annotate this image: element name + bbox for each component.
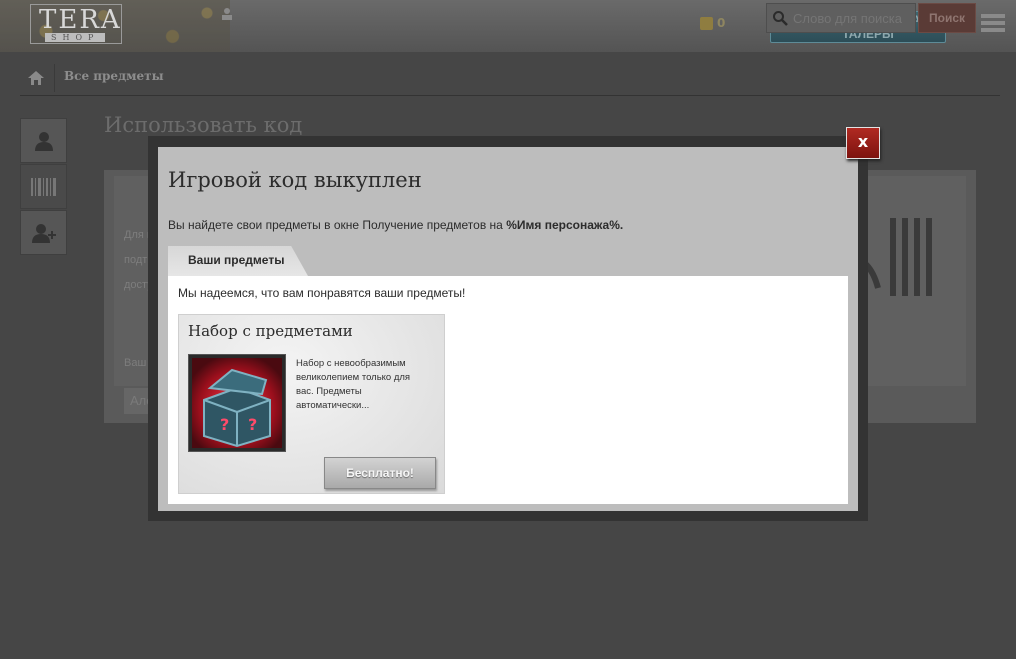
menu-icon[interactable] <box>981 14 1005 34</box>
close-button[interactable]: x <box>846 127 880 159</box>
svg-text:?: ? <box>248 415 257 434</box>
home-button[interactable] <box>20 62 52 94</box>
search-icon <box>773 11 788 26</box>
search-button[interactable]: Поиск <box>918 3 976 33</box>
nav-divider <box>54 64 55 92</box>
svg-text:?: ? <box>220 415 229 434</box>
logo-text: TERA <box>39 5 122 35</box>
items-message: Мы надеемся, что вам понравятся ваши пре… <box>178 286 466 300</box>
side-tabs <box>20 118 67 256</box>
logo-sub: SHOP <box>45 33 106 42</box>
character-name: %Имя персонажа%. <box>506 218 624 232</box>
treasure-chest-icon: ? ? <box>192 358 282 448</box>
page-title: Использовать код <box>104 113 303 137</box>
person-icon <box>34 131 53 151</box>
coins-balance: 0 <box>700 14 725 32</box>
side-tab-account[interactable] <box>20 118 67 163</box>
item-title: Набор с предметами <box>188 322 353 340</box>
item-image: ? ? <box>188 354 286 452</box>
coins-count: 0 <box>717 16 726 30</box>
dialog-title: Игровой код выкуплен <box>168 168 422 192</box>
home-icon <box>28 71 44 85</box>
search-input[interactable] <box>766 3 916 33</box>
nav-bar: Все предметы <box>20 60 1000 96</box>
coins-icon <box>700 16 713 30</box>
all-items-link[interactable]: Все предметы <box>64 69 164 83</box>
dialog-description-text: Вы найдете свои предметы в окне Получени… <box>168 218 507 232</box>
barcode-icon <box>30 177 56 196</box>
tab-your-items[interactable]: Ваши предметы <box>168 246 308 276</box>
tera-shop-logo[interactable]: TERA SHOP <box>30 4 122 44</box>
dialog-description: Вы найдете свои предметы в окне Получени… <box>168 218 623 232</box>
side-tab-redeem-code[interactable] <box>20 164 67 209</box>
side-tab-friends[interactable] <box>20 210 67 255</box>
item-description: Набор с невообразимым великолепием тольк… <box>296 358 411 411</box>
user-icon[interactable] <box>222 8 232 20</box>
free-button[interactable]: Бесплатно! <box>324 457 436 489</box>
friends-icon <box>31 223 56 243</box>
